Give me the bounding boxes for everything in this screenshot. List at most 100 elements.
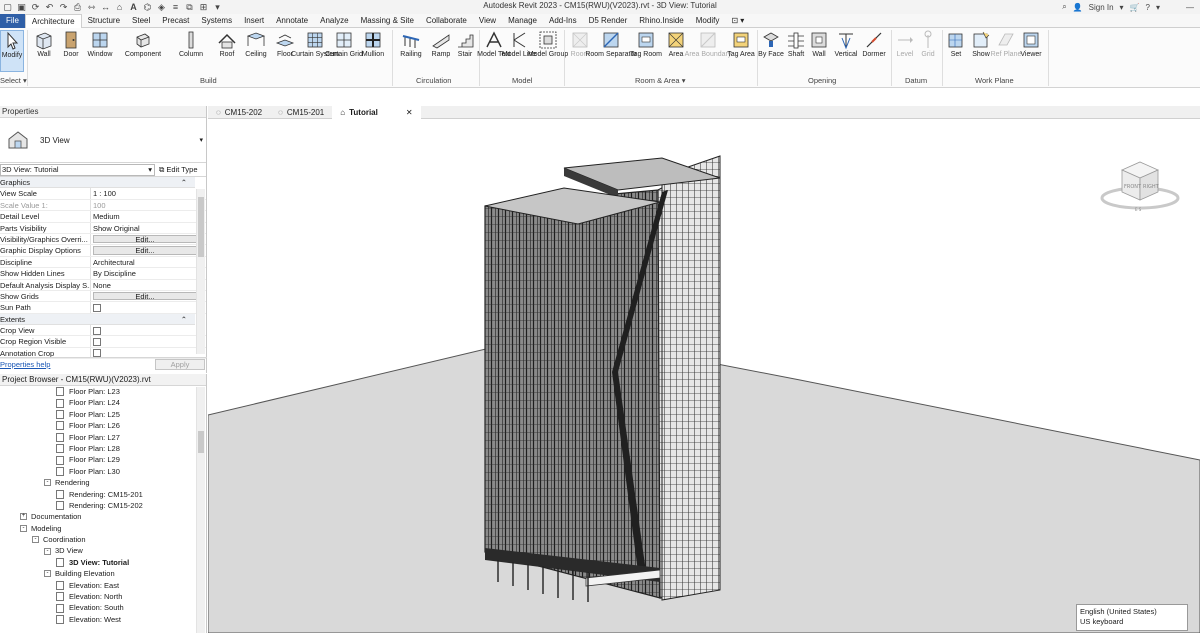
tag-area-button[interactable]: Tag Area — [727, 30, 755, 59]
contextual-tab-icon[interactable]: ⊡ ▾ — [725, 14, 750, 28]
mullion-button[interactable]: Mullion — [358, 30, 388, 59]
property-value[interactable]: Show Original — [91, 223, 195, 233]
edit-button[interactable]: Edit... — [93, 291, 197, 301]
set-button[interactable]: Set — [945, 30, 967, 59]
area-boundary-button[interactable]: Area Boundary — [685, 30, 731, 59]
property-row[interactable]: Show Hidden Lines By Discipline — [0, 268, 206, 280]
property-row[interactable]: Sun Path — [0, 302, 206, 314]
property-value[interactable]: 100 — [91, 200, 195, 210]
wall-button[interactable]: Wall — [33, 30, 55, 59]
property-checkbox-cell[interactable] — [91, 325, 195, 335]
tag-room-button[interactable]: Tag Room — [630, 30, 662, 59]
building-model[interactable] — [208, 120, 1200, 633]
tab-structure[interactable]: Structure — [82, 14, 126, 28]
property-row[interactable]: Parts Visibility Show Original — [0, 222, 206, 234]
binoculars-icon[interactable]: ⌕ — [1062, 2, 1066, 12]
ref-plane-button[interactable]: Ref Plane — [991, 30, 1021, 59]
checkbox[interactable] — [93, 303, 101, 312]
tree-node[interactable]: -3D View — [0, 545, 206, 556]
help-dropdown-icon[interactable]: ▾ — [1156, 3, 1160, 12]
tree-node[interactable]: - Building Elevation — [0, 568, 206, 579]
help-icon[interactable]: ? — [1146, 3, 1150, 12]
tree-leaf[interactable]: Elevation: North — [0, 591, 206, 602]
checkbox[interactable] — [93, 337, 101, 346]
checkbox[interactable] — [93, 326, 101, 335]
user-icon[interactable]: 👤 — [1073, 3, 1083, 12]
column-button[interactable]: Column — [176, 30, 206, 59]
grid-button[interactable]: Grid — [918, 30, 938, 59]
tree-leaf[interactable]: Floor Plan: L29 — [0, 454, 206, 465]
property-value[interactable]: None — [91, 280, 195, 290]
tree-leaf[interactable]: Elevation: East — [0, 580, 206, 591]
tree-leaf[interactable]: Floor Plan: L23 — [0, 386, 206, 397]
by-face-button[interactable]: By Face — [758, 30, 784, 59]
instance-select[interactable]: 3D View: Tutorial ▾ — [0, 163, 155, 176]
apply-button[interactable]: Apply — [155, 359, 205, 370]
tab-collaborate[interactable]: Collaborate — [420, 14, 473, 28]
tree-leaf[interactable]: Floor Plan: L28 — [0, 443, 206, 454]
collapse-icon[interactable]: - — [44, 479, 51, 487]
tree-node[interactable]: - Rendering — [0, 477, 206, 488]
tab-file[interactable]: File — [0, 14, 25, 28]
tree-node[interactable]: + Documentation — [0, 511, 206, 522]
viewer-button[interactable]: Viewer — [1018, 30, 1044, 59]
3d-viewport[interactable]: FRONT RIGHT E S English (United States) … — [208, 120, 1200, 633]
railing-button[interactable]: Railing — [397, 30, 425, 59]
show-button[interactable]: Show — [970, 30, 992, 59]
curtain-grid-button[interactable]: Curtain Grid — [325, 30, 363, 59]
ramp-button[interactable]: Ramp — [429, 30, 453, 59]
property-row[interactable]: Scale Value 1: 100 — [0, 199, 206, 212]
tree-node[interactable]: - Modeling — [0, 523, 206, 534]
collapse-icon[interactable]: - — [20, 524, 27, 532]
tab-rhino-inside[interactable]: Rhino.Inside — [633, 14, 689, 28]
room-separator-button[interactable]: Room Separator — [585, 30, 637, 59]
model-group-button[interactable]: Model Group — [528, 30, 568, 59]
tab-precast[interactable]: Precast — [156, 14, 195, 28]
tree-leaf[interactable]: Rendering: CM15-201 — [0, 489, 206, 500]
view-tab[interactable]: ◌ CM15-201 — [270, 106, 332, 119]
roof-button[interactable]: Roof — [215, 30, 239, 59]
model-line-button[interactable]: Model Line — [502, 30, 536, 59]
tree-leaf[interactable]: Floor Plan: L27 — [0, 432, 206, 443]
select-panel-label[interactable]: Select ▾ — [0, 76, 27, 85]
view-tab[interactable]: ◌ CM15-202 — [208, 106, 270, 119]
property-value[interactable]: By Discipline — [91, 268, 195, 278]
property-row[interactable]: Graphic Display Options Edit... — [0, 245, 206, 257]
sign-in-link[interactable]: Sign In — [1089, 3, 1114, 12]
tab-systems[interactable]: Systems — [195, 14, 238, 28]
tab-insert[interactable]: Insert — [238, 14, 270, 28]
edit-button[interactable]: Edit... — [93, 234, 197, 244]
tree-node[interactable]: - Coordination — [0, 534, 206, 545]
property-value[interactable]: Architectural — [91, 257, 195, 267]
edit-button[interactable]: Edit... — [93, 246, 197, 255]
tab-steel[interactable]: Steel — [126, 14, 156, 28]
property-row[interactable]: Crop View — [0, 325, 206, 337]
collapse-icon[interactable]: - — [44, 570, 51, 578]
room-area-panel-label[interactable]: Room & Area ▾ — [635, 76, 685, 85]
type-dropdown-icon[interactable]: ▾ — [199, 136, 203, 144]
wall-opening-button[interactable]: Wall — [809, 30, 829, 59]
tab-view[interactable]: View — [473, 14, 502, 28]
tree-leaf[interactable]: 3D View: Tutorial — [0, 557, 206, 568]
property-row[interactable]: Detail Level Medium — [0, 211, 206, 223]
vertical-button[interactable]: Vertical — [832, 30, 860, 59]
tab-analyze[interactable]: Analyze — [314, 14, 354, 28]
minimize-button[interactable]: — — [1186, 3, 1194, 12]
tab-annotate[interactable]: Annotate — [270, 14, 314, 28]
property-value[interactable]: 1 : 100 — [91, 188, 195, 198]
component-button[interactable]: Component — [122, 30, 164, 59]
tab-manage[interactable]: Manage — [502, 14, 543, 28]
ceiling-button[interactable]: Ceiling — [242, 30, 270, 59]
tab-d5-render[interactable]: D5 Render — [583, 14, 634, 28]
tree-leaf[interactable]: Rendering: CM15-202 — [0, 500, 206, 511]
shaft-button[interactable]: Shaft — [784, 30, 808, 59]
tab-massing-site[interactable]: Massing & Site — [355, 14, 420, 28]
edit-type-button[interactable]: ⧉ Edit Type — [159, 165, 198, 175]
modify-button[interactable]: Modify — [0, 30, 24, 72]
type-selector[interactable]: 3D View ▾ — [0, 118, 206, 163]
property-checkbox-cell[interactable] — [91, 302, 195, 312]
property-row[interactable]: Discipline Architectural — [0, 256, 206, 269]
property-row[interactable]: Show Grids Edit... — [0, 290, 206, 303]
property-checkbox-cell[interactable] — [91, 336, 195, 346]
level-button[interactable]: Level — [894, 30, 916, 59]
